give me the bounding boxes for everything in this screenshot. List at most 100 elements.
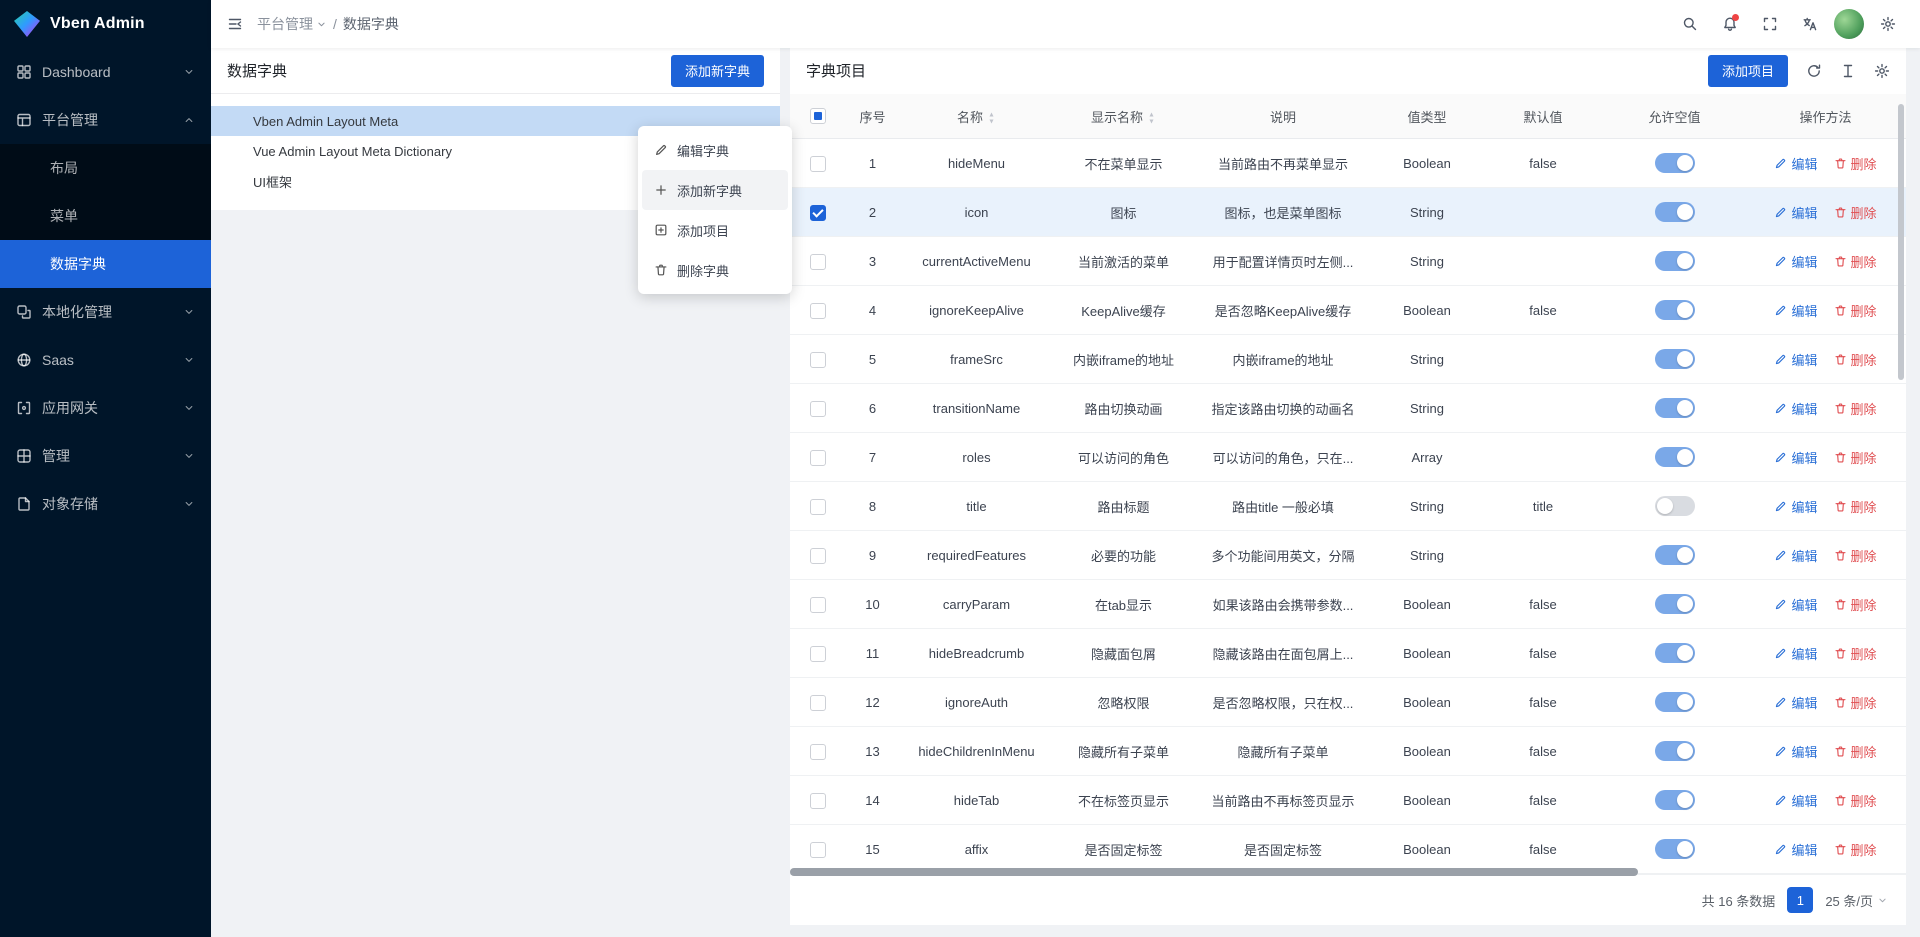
allow-empty-toggle[interactable] [1655,643,1695,663]
settings-button[interactable] [1872,8,1904,40]
row-checkbox[interactable] [810,450,826,466]
translate-button[interactable] [1794,8,1826,40]
sort-icons[interactable] [1147,111,1156,125]
delete-button[interactable]: 删除 [1834,497,1877,516]
edit-button[interactable]: 编辑 [1774,791,1817,810]
sidebar-subitem-data-dictionary[interactable]: 数据字典 [0,240,211,288]
sidebar-item-dashboard[interactable]: Dashboard [0,48,211,96]
delete-button[interactable]: 删除 [1834,154,1877,173]
row-checkbox[interactable] [810,646,826,662]
allow-empty-toggle[interactable] [1655,741,1695,761]
edit-button[interactable]: 编辑 [1774,595,1817,614]
sidebar-subitem-menu[interactable]: 菜单 [0,192,211,240]
vertical-scrollbar[interactable] [1898,104,1904,380]
delete-button[interactable]: 删除 [1834,693,1877,712]
delete-button[interactable]: 删除 [1834,252,1877,271]
cell-select [790,335,845,384]
allow-empty-toggle[interactable] [1655,398,1695,418]
fullscreen-button[interactable] [1754,8,1786,40]
refresh-icon[interactable] [1806,63,1822,79]
edit-button[interactable]: 编辑 [1774,742,1817,761]
trash-icon [1834,745,1847,758]
allow-empty-toggle[interactable] [1655,790,1695,810]
row-checkbox[interactable] [810,842,826,858]
allow-empty-toggle[interactable] [1655,300,1695,320]
context-menu-item-edit-dict[interactable]: 编辑字典 [642,130,788,170]
sidebar-item-localization[interactable]: 本地化管理 [0,288,211,336]
notification-button[interactable] [1714,8,1746,40]
delete-button[interactable]: 删除 [1834,742,1877,761]
allow-empty-toggle[interactable] [1655,153,1695,173]
sidebar-item-platform[interactable]: 平台管理 [0,96,211,144]
allow-empty-toggle[interactable] [1655,251,1695,271]
delete-button[interactable]: 删除 [1834,644,1877,663]
edit-button[interactable]: 编辑 [1774,252,1817,271]
row-checkbox[interactable] [810,303,826,319]
delete-button[interactable]: 删除 [1834,301,1877,320]
delete-button[interactable]: 删除 [1834,448,1877,467]
page-number-button[interactable]: 1 [1787,887,1813,913]
delete-button[interactable]: 删除 [1834,791,1877,810]
breadcrumb-parent[interactable]: 平台管理 [257,14,327,34]
row-checkbox[interactable] [810,744,826,760]
sidebar-item-saas[interactable]: Saas [0,336,211,384]
page-size-select[interactable]: 25 条/页 [1825,891,1888,910]
delete-button[interactable]: 删除 [1834,595,1877,614]
context-menu-item-add-dict[interactable]: 添加新字典 [642,170,788,210]
logo[interactable]: Vben Admin [0,0,211,48]
edit-button[interactable]: 编辑 [1774,203,1817,222]
row-checkbox[interactable] [810,695,826,711]
delete-button[interactable]: 删除 [1834,546,1877,565]
row-checkbox[interactable] [810,254,826,270]
allow-empty-toggle[interactable] [1655,202,1695,222]
edit-button[interactable]: 编辑 [1774,399,1817,418]
edit-button[interactable]: 编辑 [1774,497,1817,516]
sidebar-item-object-storage[interactable]: 对象存储 [0,480,211,528]
edit-button[interactable]: 编辑 [1774,546,1817,565]
row-height-icon[interactable] [1840,63,1856,79]
allow-empty-toggle[interactable] [1655,839,1695,859]
edit-button[interactable]: 编辑 [1774,154,1817,173]
edit-button[interactable]: 编辑 [1774,350,1817,369]
select-all-checkbox[interactable] [810,108,826,124]
search-button[interactable] [1674,8,1706,40]
allow-empty-toggle[interactable] [1655,545,1695,565]
allow-empty-toggle[interactable] [1655,692,1695,712]
row-checkbox[interactable] [810,499,826,515]
edit-icon [1774,549,1787,562]
horizontal-scrollbar[interactable] [790,868,1638,876]
edit-button[interactable]: 编辑 [1774,644,1817,663]
allow-empty-toggle[interactable] [1655,594,1695,614]
sidebar-item-gateway[interactable]: 应用网关 [0,384,211,432]
sort-icons[interactable] [987,111,996,125]
add-dictionary-button[interactable]: 添加新字典 [671,55,764,87]
context-menu-item-add-item[interactable]: 添加项目 [642,210,788,250]
row-checkbox[interactable] [810,352,826,368]
row-checkbox[interactable] [810,597,826,613]
allow-empty-toggle[interactable] [1655,447,1695,467]
delete-button[interactable]: 删除 [1834,399,1877,418]
user-avatar[interactable] [1834,9,1864,39]
edit-button[interactable]: 编辑 [1774,693,1817,712]
edit-button[interactable]: 编辑 [1774,448,1817,467]
edit-button[interactable]: 编辑 [1774,301,1817,320]
delete-button[interactable]: 删除 [1834,350,1877,369]
context-menu-item-delete-dict[interactable]: 删除字典 [642,250,788,290]
table-settings-icon[interactable] [1874,63,1890,79]
menu-fold-icon[interactable] [227,16,243,32]
table-row: 8title路由标题路由title 一般必填Stringtitle编辑删除 [790,482,1906,531]
allow-empty-toggle[interactable] [1655,349,1695,369]
add-item-button[interactable]: 添加项目 [1708,55,1788,87]
row-checkbox[interactable] [810,401,826,417]
row-checkbox[interactable] [810,156,826,172]
allow-empty-toggle[interactable] [1655,496,1695,516]
row-checkbox[interactable] [810,205,826,221]
edit-button[interactable]: 编辑 [1774,840,1817,859]
delete-button[interactable]: 删除 [1834,840,1877,859]
row-checkbox[interactable] [810,548,826,564]
row-checkbox[interactable] [810,793,826,809]
trash-icon [1834,794,1847,807]
sidebar-subitem-layout[interactable]: 布局 [0,144,211,192]
delete-button[interactable]: 删除 [1834,203,1877,222]
sidebar-item-management[interactable]: 管理 [0,432,211,480]
